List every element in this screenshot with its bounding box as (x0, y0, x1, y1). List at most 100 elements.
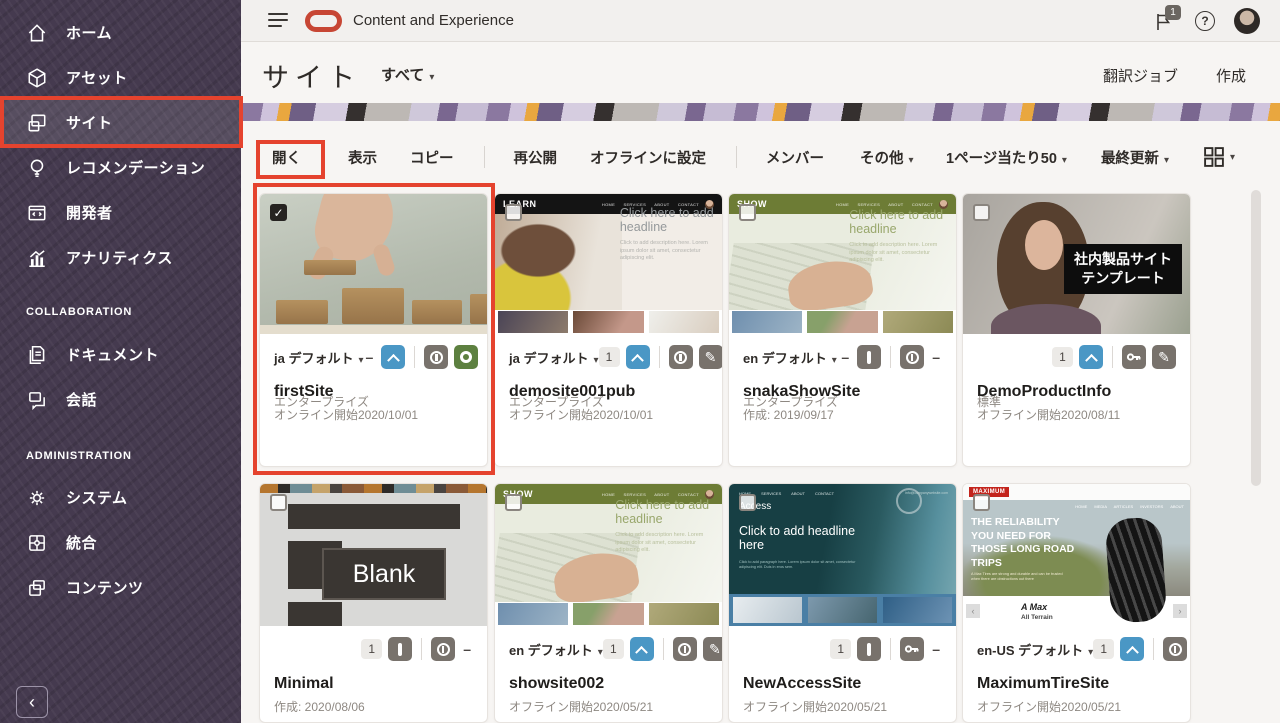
carousel-left-icon: ‹ (966, 604, 980, 618)
question-icon: ? (1201, 14, 1208, 28)
language-value: en デフォルト (743, 351, 827, 366)
filter-dropdown[interactable]: すべて▾ (381, 64, 434, 85)
per-page-dropdown[interactable]: 1ページ当たり50▾ (946, 147, 1067, 168)
vertical-scrollbar[interactable] (1251, 190, 1261, 486)
sidebar-item-label: アセット (66, 67, 128, 88)
sidebar-item-content[interactable]: コンテンツ (0, 565, 241, 610)
offline-bar-icon[interactable] (857, 345, 881, 369)
language-dropdown[interactable]: ja デフォルト▾ (274, 348, 364, 367)
template-headline: Click to add headline here (739, 524, 879, 553)
site-name[interactable]: DemoProductInfo (977, 383, 1176, 401)
view-button[interactable]: 表示 (348, 147, 377, 168)
card-checkbox[interactable] (739, 204, 756, 221)
hamburger-menu-icon[interactable] (268, 13, 288, 29)
site-name[interactable]: NewAccessSite (743, 675, 942, 693)
translate-icon[interactable] (424, 345, 448, 369)
language-value: en-US デフォルト (977, 643, 1083, 658)
site-card-DemoProductInfo[interactable]: 社内製品サイトテンプレート 1 ✎ DemoProductInfo オフライン開… (962, 193, 1191, 467)
card-checkbox[interactable] (973, 494, 990, 511)
meta-divider (890, 638, 891, 660)
language-dropdown[interactable]: en-US デフォルト▾ (977, 640, 1093, 659)
offline-bar-icon[interactable] (388, 637, 412, 661)
card-checkbox[interactable] (505, 494, 522, 511)
sidebar-item-conversations[interactable]: 会話 (0, 377, 241, 422)
template-description: A Max Tires are strong and durable and c… (971, 572, 1071, 583)
sort-dropdown[interactable]: 最終更新▾ (1101, 147, 1169, 168)
check-icon: ✓ (273, 206, 283, 220)
help-button[interactable]: ? (1195, 11, 1215, 31)
site-card-Minimal[interactable]: Blank 1 – Minimal 作成: 2020/08/06 (259, 483, 488, 723)
conversations-icon (26, 389, 48, 411)
actions-toolbar: 開く 表示 コピー 再公開 オフラインに設定 メンバー その他▾ 1ページ当たり… (241, 128, 1280, 186)
translate-icon[interactable] (1163, 637, 1187, 661)
translate-icon[interactable] (900, 345, 924, 369)
publish-up-icon[interactable] (1120, 637, 1144, 661)
translate-icon[interactable] (431, 637, 455, 661)
language-dropdown[interactable]: en デフォルト▾ (743, 348, 837, 367)
card-checkbox[interactable]: ✓ (270, 204, 287, 221)
site-card-firstSite[interactable]: ✓ ja デフォルト▾ – firstSi (259, 193, 488, 467)
site-card-snakaShowSite[interactable]: SHOW HOME SERVICES ABOUT CONTACT Click h… (728, 193, 957, 467)
user-avatar[interactable] (1234, 8, 1260, 34)
site-card-demosite001pub[interactable]: LEARN HOME SERVICES ABOUT CONTACT Click … (494, 193, 723, 467)
set-offline-button[interactable]: オフラインに設定 (590, 147, 706, 168)
republish-button[interactable]: 再公開 (514, 147, 558, 168)
offline-bar-icon[interactable] (857, 637, 881, 661)
site-card-NewAccessSite[interactable]: HOME SERVICES ABOUT CONTACT info@company… (728, 483, 957, 723)
meta-divider (1112, 346, 1113, 368)
card-checkbox[interactable] (505, 204, 522, 221)
translation-jobs-button[interactable]: 翻訳ジョブ (1103, 65, 1178, 86)
edit-dash: – (930, 641, 942, 657)
chevron-down-icon: ▾ (1164, 155, 1169, 166)
online-icon[interactable] (454, 345, 478, 369)
edit-icon[interactable]: ✎ (699, 345, 723, 369)
site-type: エンタープライズ (743, 393, 838, 410)
site-name[interactable]: MaximumTireSite (977, 675, 1176, 693)
sidebar-item-developer[interactable]: 開発者 (0, 190, 241, 235)
card-checkbox[interactable] (739, 494, 756, 511)
card-checkbox[interactable] (973, 204, 990, 221)
sidebar-item-analytics[interactable]: アナリティクス (0, 235, 241, 280)
language-dropdown[interactable]: en デフォルト▾ (509, 640, 603, 659)
publish-up-icon[interactable] (626, 345, 650, 369)
site-name[interactable]: showsite002 (509, 675, 708, 693)
site-card-MaximumTireSite[interactable]: MAXIMUM HOME MEDIA ARTICLES INVESTORS AB… (962, 483, 1191, 723)
edit-dash: – (930, 349, 942, 365)
sidebar-item-assets[interactable]: アセット (0, 55, 241, 100)
sidebar-item-system[interactable]: システム (0, 475, 241, 520)
view-mode-dropdown[interactable]: ▾ (1203, 146, 1235, 168)
other-dropdown[interactable]: その他▾ (860, 147, 914, 168)
template-overlay-label: 社内製品サイトテンプレート (1064, 244, 1182, 294)
sidebar-item-recommendations[interactable]: レコメンデーション (0, 145, 241, 190)
sidebar-item-sites[interactable]: サイト (0, 100, 241, 145)
notifications-button[interactable]: 1 (1153, 11, 1179, 33)
key-icon[interactable] (900, 637, 924, 661)
translate-icon[interactable] (673, 637, 697, 661)
language-dropdown[interactable]: ja デフォルト▾ (509, 348, 599, 367)
site-status: 作成: 2020/08/06 (274, 698, 473, 715)
site-name[interactable]: Minimal (274, 675, 473, 693)
sidebar-item-home[interactable]: ホーム (0, 10, 241, 55)
sidebar-collapse-button[interactable]: ‹ (16, 686, 48, 718)
site-preview: SHOW HOME SERVICES ABOUT CONTACT Click h… (729, 194, 956, 334)
key-icon[interactable] (1122, 345, 1146, 369)
updates-badge: 1 (599, 347, 620, 367)
card-checkbox[interactable] (270, 494, 287, 511)
sidebar-item-integration[interactable]: 統合 (0, 520, 241, 565)
edit-icon[interactable]: ✎ (1152, 345, 1176, 369)
publish-up-icon[interactable] (630, 637, 654, 661)
translate-icon[interactable] (669, 345, 693, 369)
sidebar-item-documents[interactable]: ドキュメント (0, 332, 241, 377)
create-button[interactable]: 作成 (1216, 65, 1246, 86)
edit-icon[interactable]: ✎ (703, 637, 723, 661)
open-button[interactable]: 開く (272, 147, 301, 168)
copy-button[interactable]: コピー (410, 147, 454, 168)
sites-icon (26, 112, 48, 134)
publish-up-icon[interactable] (381, 345, 405, 369)
publish-up-icon[interactable] (1079, 345, 1103, 369)
sidebar-item-label: 統合 (66, 532, 97, 553)
members-button[interactable]: メンバー (766, 147, 824, 168)
decorative-banner (241, 103, 1280, 121)
site-card-showsite002[interactable]: SHOW HOME SERVICES ABOUT CONTACT Click h… (494, 483, 723, 723)
app-title: Content and Experience (353, 12, 514, 29)
